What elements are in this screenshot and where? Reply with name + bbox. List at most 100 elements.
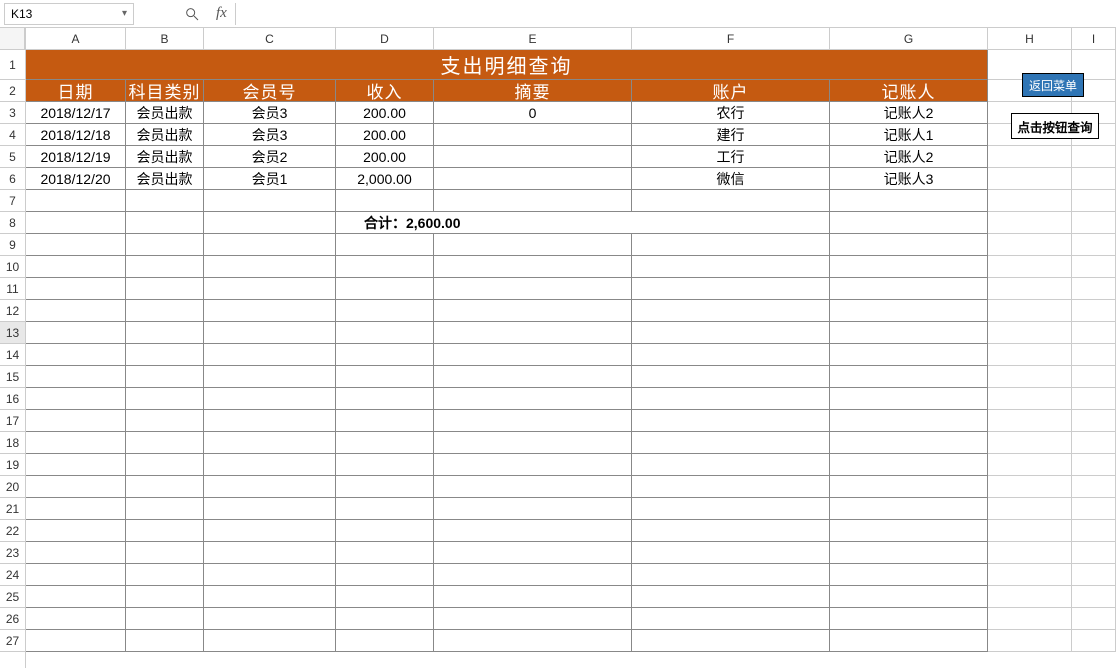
record-3-date[interactable]: 2018/12/20 [26,168,126,190]
cell-F12[interactable] [632,300,830,322]
row-header-11[interactable]: 11 [0,278,25,300]
cell-G16[interactable] [830,388,988,410]
grid[interactable]: ABCDEFGHI 支出明细查询日期科目类别会员号收入摘要账户记账人2018/1… [26,28,1116,668]
cell-H5[interactable] [988,146,1072,168]
cell-G9[interactable] [830,234,988,256]
cell-D24[interactable] [336,564,434,586]
cell-F7[interactable] [632,190,830,212]
cell-G26[interactable] [830,608,988,630]
row-header-5[interactable]: 5 [0,146,25,168]
cell-I14[interactable] [1072,344,1116,366]
cell-E13[interactable] [434,322,632,344]
row-header-20[interactable]: 20 [0,476,25,498]
cell-A22[interactable] [26,520,126,542]
row-header-12[interactable]: 12 [0,300,25,322]
cell-E14[interactable] [434,344,632,366]
search-icon[interactable] [184,6,200,22]
cell-B14[interactable] [126,344,204,366]
cell-H26[interactable] [988,608,1072,630]
record-1-summary[interactable] [434,124,632,146]
row-header-3[interactable]: 3 [0,102,25,124]
cell-G21[interactable] [830,498,988,520]
cell-C7[interactable] [204,190,336,212]
cell-H8[interactable] [988,212,1072,234]
record-1-category[interactable]: 会员出款 [126,124,204,146]
cell-F8[interactable] [632,212,830,234]
cell-E15[interactable] [434,366,632,388]
cell-I20[interactable] [1072,476,1116,498]
row-header-10[interactable]: 10 [0,256,25,278]
cell-D22[interactable] [336,520,434,542]
cell-D25[interactable] [336,586,434,608]
record-1-account[interactable]: 建行 [632,124,830,146]
record-0-summary[interactable]: 0 [434,102,632,124]
record-3-accountant[interactable]: 记账人3 [830,168,988,190]
record-1-income[interactable]: 200.00 [336,124,434,146]
cell-F18[interactable] [632,432,830,454]
cell-G17[interactable] [830,410,988,432]
record-0-accountant[interactable]: 记账人2 [830,102,988,124]
cell-H12[interactable] [988,300,1072,322]
record-2-category[interactable]: 会员出款 [126,146,204,168]
cell-I12[interactable] [1072,300,1116,322]
cell-B8[interactable] [126,212,204,234]
column-header-B[interactable]: B [126,28,204,49]
cell-E23[interactable] [434,542,632,564]
cell-E9[interactable] [434,234,632,256]
cell-D27[interactable] [336,630,434,652]
cell-I21[interactable] [1072,498,1116,520]
cell-E16[interactable] [434,388,632,410]
cell-G27[interactable] [830,630,988,652]
cell-E24[interactable] [434,564,632,586]
cell-C16[interactable] [204,388,336,410]
row-header-16[interactable]: 16 [0,388,25,410]
cell-B10[interactable] [126,256,204,278]
cell-B9[interactable] [126,234,204,256]
cell-E26[interactable] [434,608,632,630]
cell-H17[interactable] [988,410,1072,432]
cell-C9[interactable] [204,234,336,256]
column-header-E[interactable]: E [434,28,632,49]
cell-A12[interactable] [26,300,126,322]
cell-B13[interactable] [126,322,204,344]
cell-B18[interactable] [126,432,204,454]
cell-H24[interactable] [988,564,1072,586]
cell-A15[interactable] [26,366,126,388]
cell-D26[interactable] [336,608,434,630]
cell-C18[interactable] [204,432,336,454]
record-0-member[interactable]: 会员3 [204,102,336,124]
column-header-G[interactable]: G [830,28,988,49]
row-header-23[interactable]: 23 [0,542,25,564]
cell-H14[interactable] [988,344,1072,366]
row-header-15[interactable]: 15 [0,366,25,388]
cell-H20[interactable] [988,476,1072,498]
cell-E10[interactable] [434,256,632,278]
cell-G25[interactable] [830,586,988,608]
cell-D20[interactable] [336,476,434,498]
cell-E27[interactable] [434,630,632,652]
cell-I6[interactable] [1072,168,1116,190]
select-all-corner[interactable] [0,28,25,50]
cell-I5[interactable] [1072,146,1116,168]
cell-H7[interactable] [988,190,1072,212]
row-header-13[interactable]: 13 [0,322,25,344]
cell-G23[interactable] [830,542,988,564]
back-to-menu-button[interactable]: 返回菜单 [1022,73,1084,97]
cell-F21[interactable] [632,498,830,520]
cell-H9[interactable] [988,234,1072,256]
cell-C21[interactable] [204,498,336,520]
cell-F26[interactable] [632,608,830,630]
cell-D12[interactable] [336,300,434,322]
cell-E20[interactable] [434,476,632,498]
row-header-27[interactable]: 27 [0,630,25,652]
cell-H21[interactable] [988,498,1072,520]
cell-E11[interactable] [434,278,632,300]
cell-B27[interactable] [126,630,204,652]
cell-A19[interactable] [26,454,126,476]
cell-H11[interactable] [988,278,1072,300]
cell-C17[interactable] [204,410,336,432]
cell-G10[interactable] [830,256,988,278]
row-header-2[interactable]: 2 [0,80,25,102]
cell-A21[interactable] [26,498,126,520]
cell-A18[interactable] [26,432,126,454]
